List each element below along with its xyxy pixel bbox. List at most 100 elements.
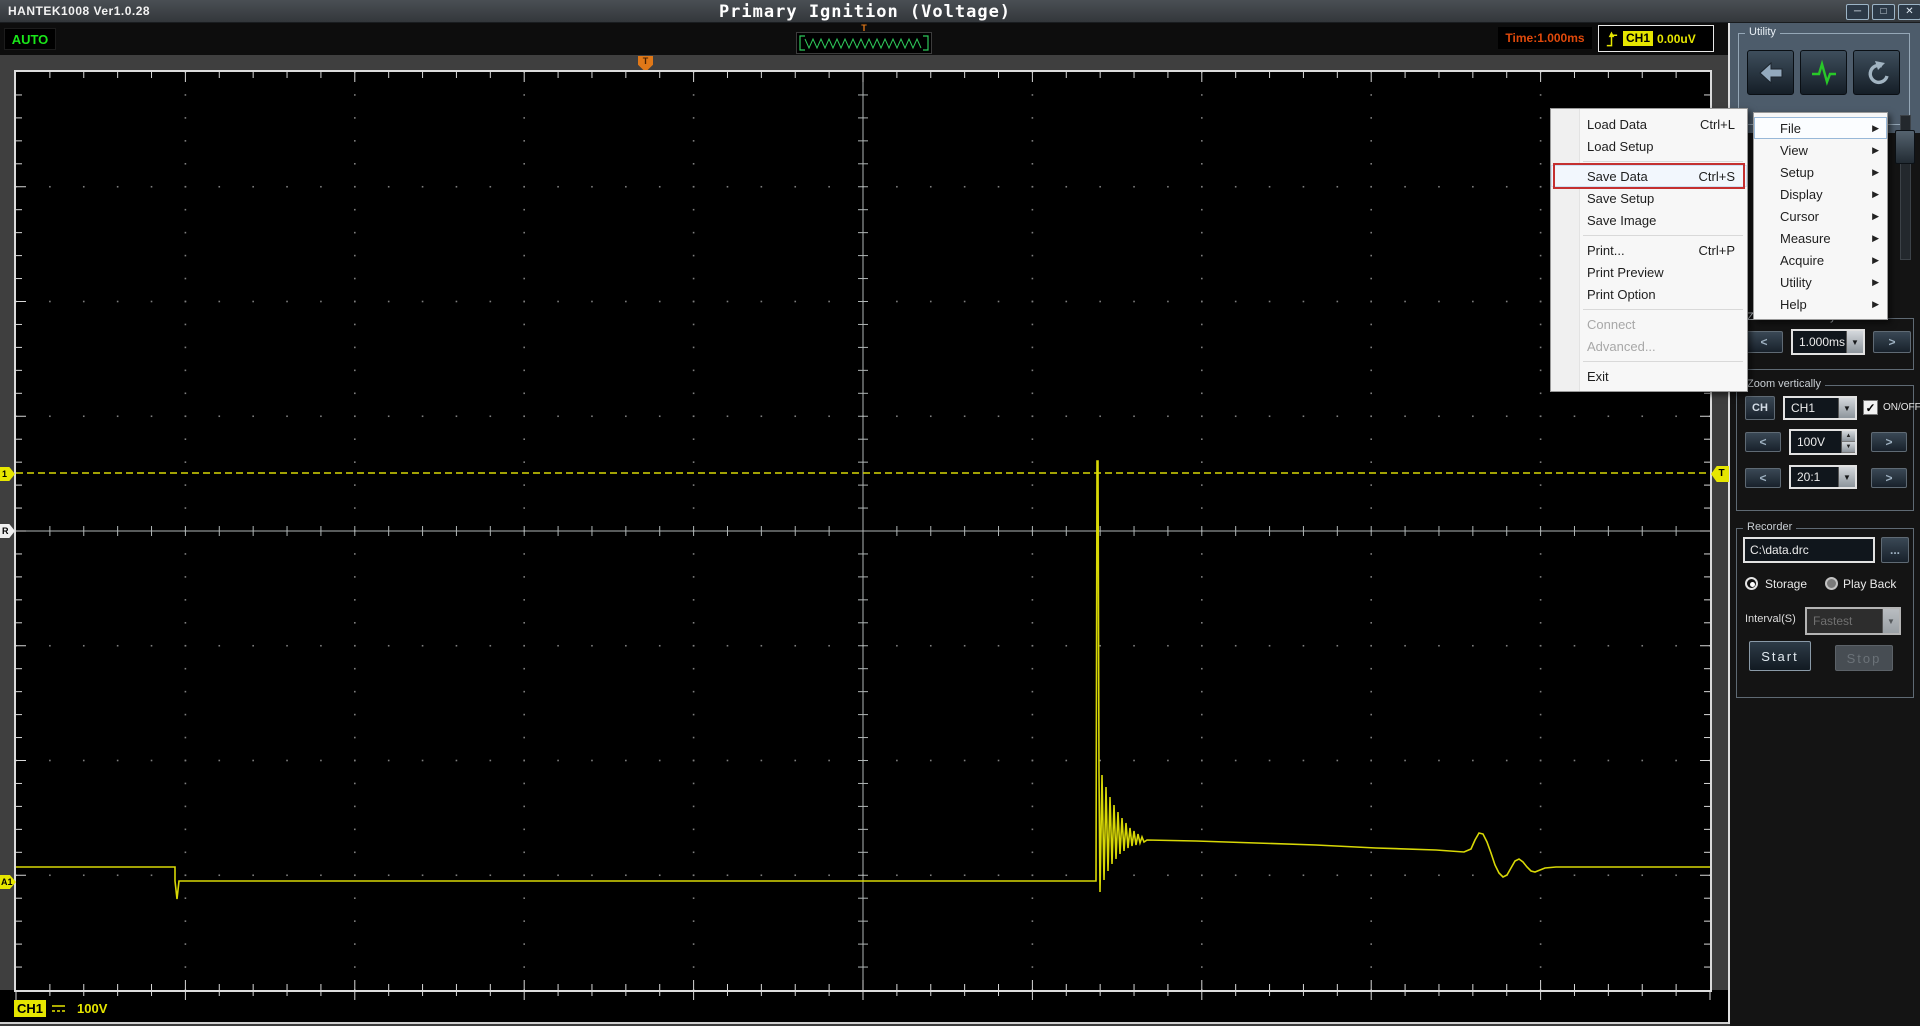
menu-item-label: Print...	[1587, 243, 1625, 258]
submenu-item-display[interactable]: Display▶	[1754, 183, 1887, 205]
zoom-horizontally-group: Zoom Horizontally < 1.000ms ▼ >	[1736, 318, 1914, 370]
probe-ratio-select[interactable]: 20:1 ▼	[1789, 465, 1857, 489]
channel-status-bar: CH1 100V	[0, 990, 1730, 1022]
spin-down-icon[interactable]: ▼	[1842, 442, 1855, 453]
scale-decrease-button[interactable]: <	[1745, 432, 1781, 452]
undo-button[interactable]	[1853, 50, 1900, 95]
probe-increase-button[interactable]: >	[1871, 468, 1907, 488]
trigger-position-track	[0, 55, 1730, 72]
menu-item-exit[interactable]: Exit	[1551, 365, 1747, 387]
channel-onoff-label: ON/OFF	[1883, 402, 1920, 413]
storage-radio[interactable]	[1745, 577, 1758, 590]
volts-per-div-value: 100V	[77, 1001, 107, 1016]
chevron-down-icon: ▼	[1882, 609, 1899, 633]
submenu-item-acquire[interactable]: Acquire▶	[1754, 249, 1887, 271]
waveform-preview[interactable]: T	[796, 23, 932, 55]
channel-select[interactable]: CH1 ▼	[1783, 396, 1857, 420]
volts-per-div-spinner-value: 100V	[1791, 435, 1841, 449]
volts-per-div-spinner[interactable]: 100V ▲▼	[1789, 429, 1857, 455]
menu-item-label: Save Setup	[1587, 191, 1654, 206]
trigger-channel-badge: CH1	[1623, 31, 1653, 46]
spinner-arrows[interactable]: ▲▼	[1841, 431, 1855, 453]
menu-item-connect: Connect	[1551, 313, 1747, 335]
submenu-item-cursor[interactable]: Cursor▶	[1754, 205, 1887, 227]
menu-item-save-image[interactable]: Save Image	[1551, 209, 1747, 231]
submenu-item-utility[interactable]: Utility▶	[1754, 271, 1887, 293]
channel-select-value: CH1	[1785, 401, 1838, 415]
menu-item-label: Load Data	[1587, 117, 1647, 132]
bottom-separator	[0, 1022, 1730, 1024]
spin-up-icon[interactable]: ▲	[1842, 431, 1855, 442]
chevron-down-icon[interactable]: ▼	[1838, 467, 1855, 487]
trigger-readout: CH1 0.00uV	[1598, 25, 1714, 52]
hidden-slider-handle[interactable]	[1895, 130, 1915, 164]
playback-radio-label[interactable]: Play Back	[1843, 577, 1896, 591]
context-menu: File▶View▶Setup▶Display▶Cursor▶Measure▶A…	[1753, 112, 1888, 320]
zoom-vertically-group: Zoom vertically CH CH1 ▼ ✓ ON/OFF < 100V…	[1736, 385, 1914, 511]
scope-display[interactable]	[16, 72, 1710, 990]
chevron-down-icon[interactable]: ▼	[1846, 331, 1863, 353]
submenu-item-label: Measure	[1780, 231, 1831, 246]
probe-ratio-value: 20:1	[1791, 470, 1838, 484]
submenu-arrow-icon: ▶	[1872, 211, 1879, 222]
status-toolbar: AUTO T Time:1.000ms CH1 0.00uV	[0, 23, 1730, 55]
menu-item-load-setup[interactable]: Load Setup	[1551, 135, 1747, 157]
chevron-down-icon[interactable]: ▼	[1838, 398, 1855, 418]
minimize-button[interactable]: ─	[1846, 4, 1869, 20]
preview-waveform-icon	[797, 33, 931, 53]
menu-item-shortcut: Ctrl+S	[1699, 169, 1735, 184]
storage-radio-label[interactable]: Storage	[1765, 577, 1807, 591]
page-title: Primary Ignition (Voltage)	[0, 2, 1730, 22]
record-file-path-field[interactable]: C:\data.drc	[1743, 537, 1875, 563]
submenu-item-label: View	[1780, 143, 1808, 158]
zoom-vertically-label: Zoom vertically	[1743, 378, 1825, 390]
scale-increase-button[interactable]: >	[1871, 432, 1907, 452]
menu-item-label: Print Preview	[1587, 265, 1664, 280]
submenu-item-setup[interactable]: Setup▶	[1754, 161, 1887, 183]
back-button[interactable]	[1747, 50, 1794, 95]
menu-item-print-preview[interactable]: Print Preview	[1551, 261, 1747, 283]
menu-item-print[interactable]: Print...Ctrl+P	[1551, 239, 1747, 261]
channel-onoff-checkbox[interactable]: ✓	[1863, 400, 1878, 415]
submenu-arrow-icon: ▶	[1872, 255, 1879, 266]
playback-radio[interactable]	[1825, 577, 1838, 590]
submenu-item-file[interactable]: File▶	[1754, 117, 1887, 139]
menu-item-label: Load Setup	[1587, 139, 1654, 154]
timebase-decrease-button[interactable]: <	[1745, 331, 1783, 353]
channel-badge: CH1	[14, 1000, 46, 1017]
interval-label: Interval(S)	[1745, 613, 1796, 625]
browse-button[interactable]: ...	[1881, 537, 1909, 563]
menu-separator	[1583, 161, 1743, 162]
timebase-value: 1.000ms	[1793, 335, 1846, 349]
maximize-button[interactable]: □	[1872, 4, 1895, 20]
timebase-increase-button[interactable]: >	[1873, 331, 1911, 353]
submenu-arrow-icon: ▶	[1872, 233, 1879, 244]
submenu-arrow-icon: ▶	[1872, 123, 1879, 134]
dc-coupling-icon	[51, 1003, 66, 1014]
menu-separator	[1583, 235, 1743, 236]
submenu-item-label: Display	[1780, 187, 1823, 202]
scope-graticule-and-trace	[16, 72, 1710, 990]
menu-separator	[1583, 309, 1743, 310]
probe-decrease-button[interactable]: <	[1745, 468, 1781, 488]
submenu-item-view[interactable]: View▶	[1754, 139, 1887, 161]
waveform-preview-box[interactable]	[796, 32, 932, 54]
menu-separator	[1583, 361, 1743, 362]
close-button[interactable]: ✕	[1898, 4, 1920, 20]
file-menu: Load DataCtrl+L Load Setup Save Data Ctrl+S…	[1550, 108, 1748, 392]
submenu-item-measure[interactable]: Measure ▶	[1754, 227, 1887, 249]
menu-item-label: Save Data	[1587, 169, 1648, 184]
autoset-button[interactable]	[1800, 50, 1847, 95]
menu-item-print-option[interactable]: Print Option	[1551, 283, 1747, 305]
timebase-select[interactable]: 1.000ms ▼	[1791, 329, 1865, 355]
start-button[interactable]: Start	[1749, 641, 1811, 671]
channel-button[interactable]: CH	[1745, 396, 1775, 420]
recorder-group: Recorder C:\data.drc ... Storage Play Ba…	[1736, 528, 1914, 698]
menu-item-label: Connect	[1587, 317, 1635, 332]
menu-item-load-data[interactable]: Load DataCtrl+L	[1551, 113, 1747, 135]
acquisition-mode-badge: AUTO	[4, 28, 56, 50]
menu-item-save-setup[interactable]: Save Setup	[1551, 187, 1747, 209]
hantek-oscilloscope-app: HANTEK1008 Ver1.0.28 Primary Ignition (V…	[0, 0, 1920, 1026]
menu-item-save-data[interactable]: Save Data Ctrl+S	[1551, 165, 1747, 187]
submenu-item-help[interactable]: Help▶	[1754, 293, 1887, 315]
